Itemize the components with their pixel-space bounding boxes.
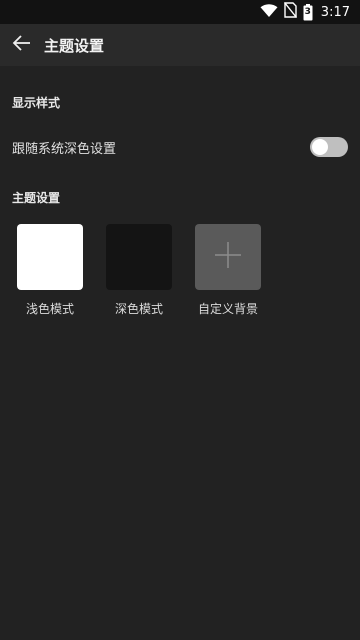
theme-options: 浅色模式 深色模式 自定义背景 xyxy=(17,224,261,317)
theme-option-label: 深色模式 xyxy=(114,302,163,316)
section-header-display-style: 显示样式 xyxy=(12,96,61,110)
wifi-icon xyxy=(260,3,278,22)
back-arrow-icon xyxy=(12,35,32,55)
back-button[interactable] xyxy=(2,24,42,66)
page-title: 主题设置 xyxy=(44,36,105,55)
dark-theme-swatch[interactable] xyxy=(106,224,172,290)
section-header-theme-settings: 主题设置 xyxy=(12,191,61,205)
theme-option-dark[interactable]: 深色模式 xyxy=(106,224,172,317)
toggle-knob xyxy=(312,139,328,155)
theme-option-light[interactable]: 浅色模式 xyxy=(17,224,83,317)
status-bar: 3 3:17 xyxy=(0,0,360,24)
battery-charging-icon: 3 xyxy=(303,3,313,21)
app-bar: 主题设置 xyxy=(0,24,360,66)
custom-background-swatch[interactable] xyxy=(195,224,261,290)
battery-level-text: 3 xyxy=(304,6,311,17)
follow-system-dark-label: 跟随系统深色设置 xyxy=(12,141,117,157)
follow-system-dark-toggle[interactable] xyxy=(310,137,348,157)
status-time: 3:17 xyxy=(320,4,350,20)
theme-option-label: 浅色模式 xyxy=(25,302,74,316)
theme-option-label: 自定义背景 xyxy=(197,302,258,316)
theme-option-custom[interactable]: 自定义背景 xyxy=(195,224,261,317)
status-icons: 3 3:17 xyxy=(260,2,350,22)
plus-icon xyxy=(213,240,243,274)
follow-system-dark-row: 跟随系统深色设置 xyxy=(0,130,360,164)
no-sim-icon xyxy=(283,2,297,22)
light-theme-swatch[interactable] xyxy=(17,224,83,290)
